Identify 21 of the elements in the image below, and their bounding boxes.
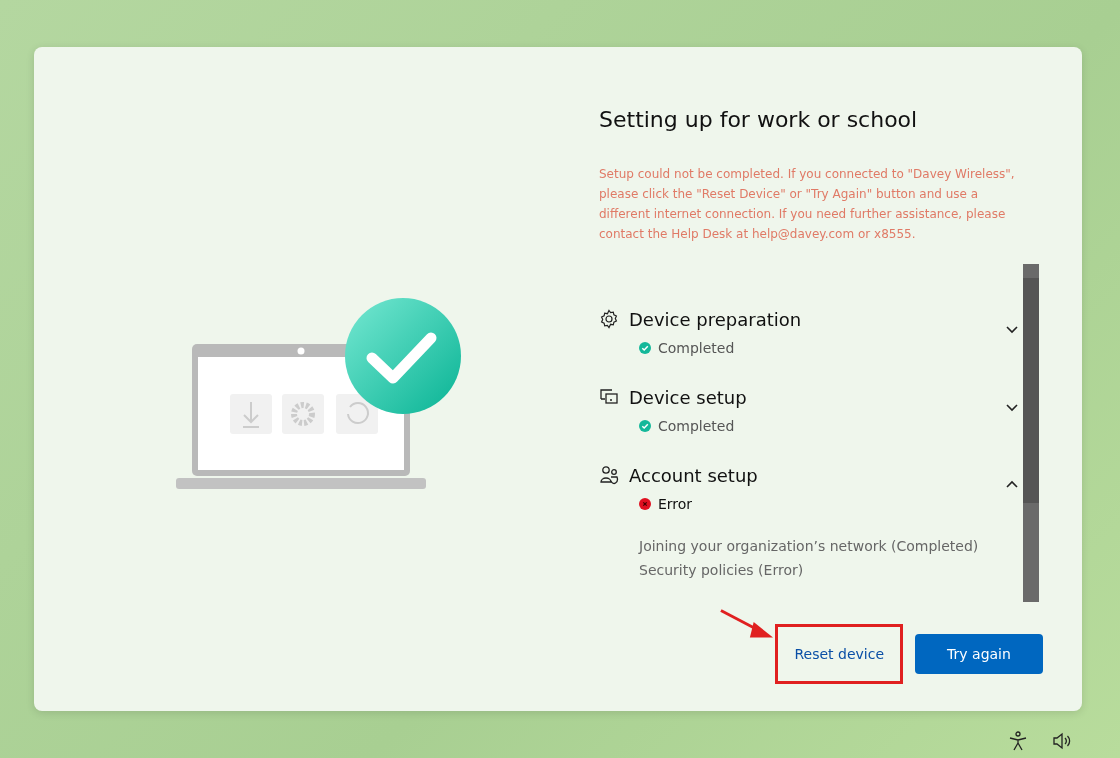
step-title: Device setup (629, 386, 748, 408)
substep-text: Joining your organization’s network (Completed) (639, 538, 980, 554)
try-again-button[interactable]: Try again (915, 634, 1043, 674)
chevron-down-icon[interactable] (1005, 402, 1019, 412)
volume-icon[interactable] (1052, 731, 1072, 751)
page-title: Setting up for work or school (599, 107, 919, 132)
gear-icon (599, 309, 619, 329)
chevron-down-icon[interactable] (1005, 324, 1019, 334)
status-text: Completed (658, 340, 735, 356)
arrow-icon (719, 608, 774, 640)
status-text: Completed (658, 418, 735, 434)
step-title: Account setup (629, 464, 759, 486)
people-icon (599, 465, 619, 485)
status-text: Error (658, 496, 693, 512)
chevron-up-icon[interactable] (1005, 480, 1019, 490)
devices-icon (599, 387, 619, 407)
accessibility-icon[interactable] (1008, 731, 1028, 751)
substep-text: Security policies (Error) (639, 562, 805, 578)
reset-button[interactable]: Reset device (778, 634, 900, 674)
step-title: Device preparation (629, 308, 803, 330)
error-message: Setup could not be completed. If you connected to "Davey Wireless", please click the "Reset Device" or "Try Again" button and use a different internet connection. If you need further assistance, please contact the Help Desk at help@davey.com or x8555. (599, 166, 1016, 243)
